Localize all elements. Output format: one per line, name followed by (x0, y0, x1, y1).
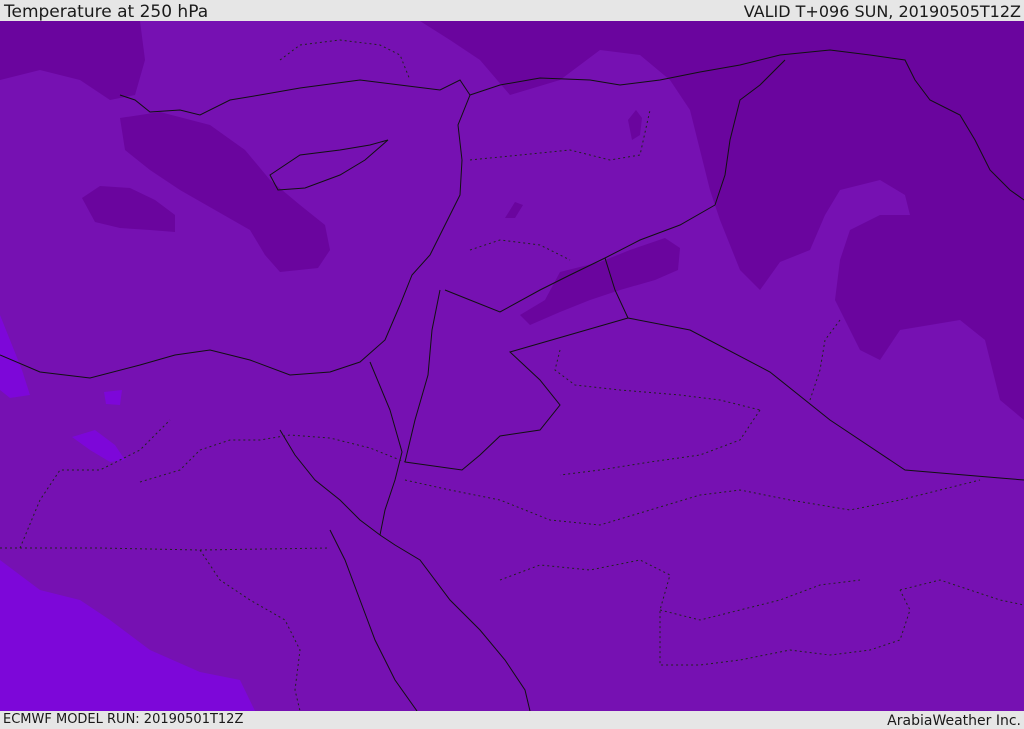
map-canvas (0, 21, 1024, 711)
credit-label: ArabiaWeather Inc. (887, 713, 1021, 729)
map-title: Temperature at 250 hPa (4, 2, 209, 22)
footer-bar: ECMWF MODEL RUN: 20190501T12Z ArabiaWeat… (0, 711, 1024, 729)
model-run-label: ECMWF MODEL RUN: 20190501T12Z (3, 712, 244, 727)
header-bar: Temperature at 250 hPa VALID T+096 SUN, … (0, 0, 1024, 21)
temperature-map[interactable] (0, 21, 1024, 711)
warm-region-small (104, 390, 122, 405)
valid-time-label: VALID T+096 SUN, 20190505T12Z (743, 2, 1021, 21)
